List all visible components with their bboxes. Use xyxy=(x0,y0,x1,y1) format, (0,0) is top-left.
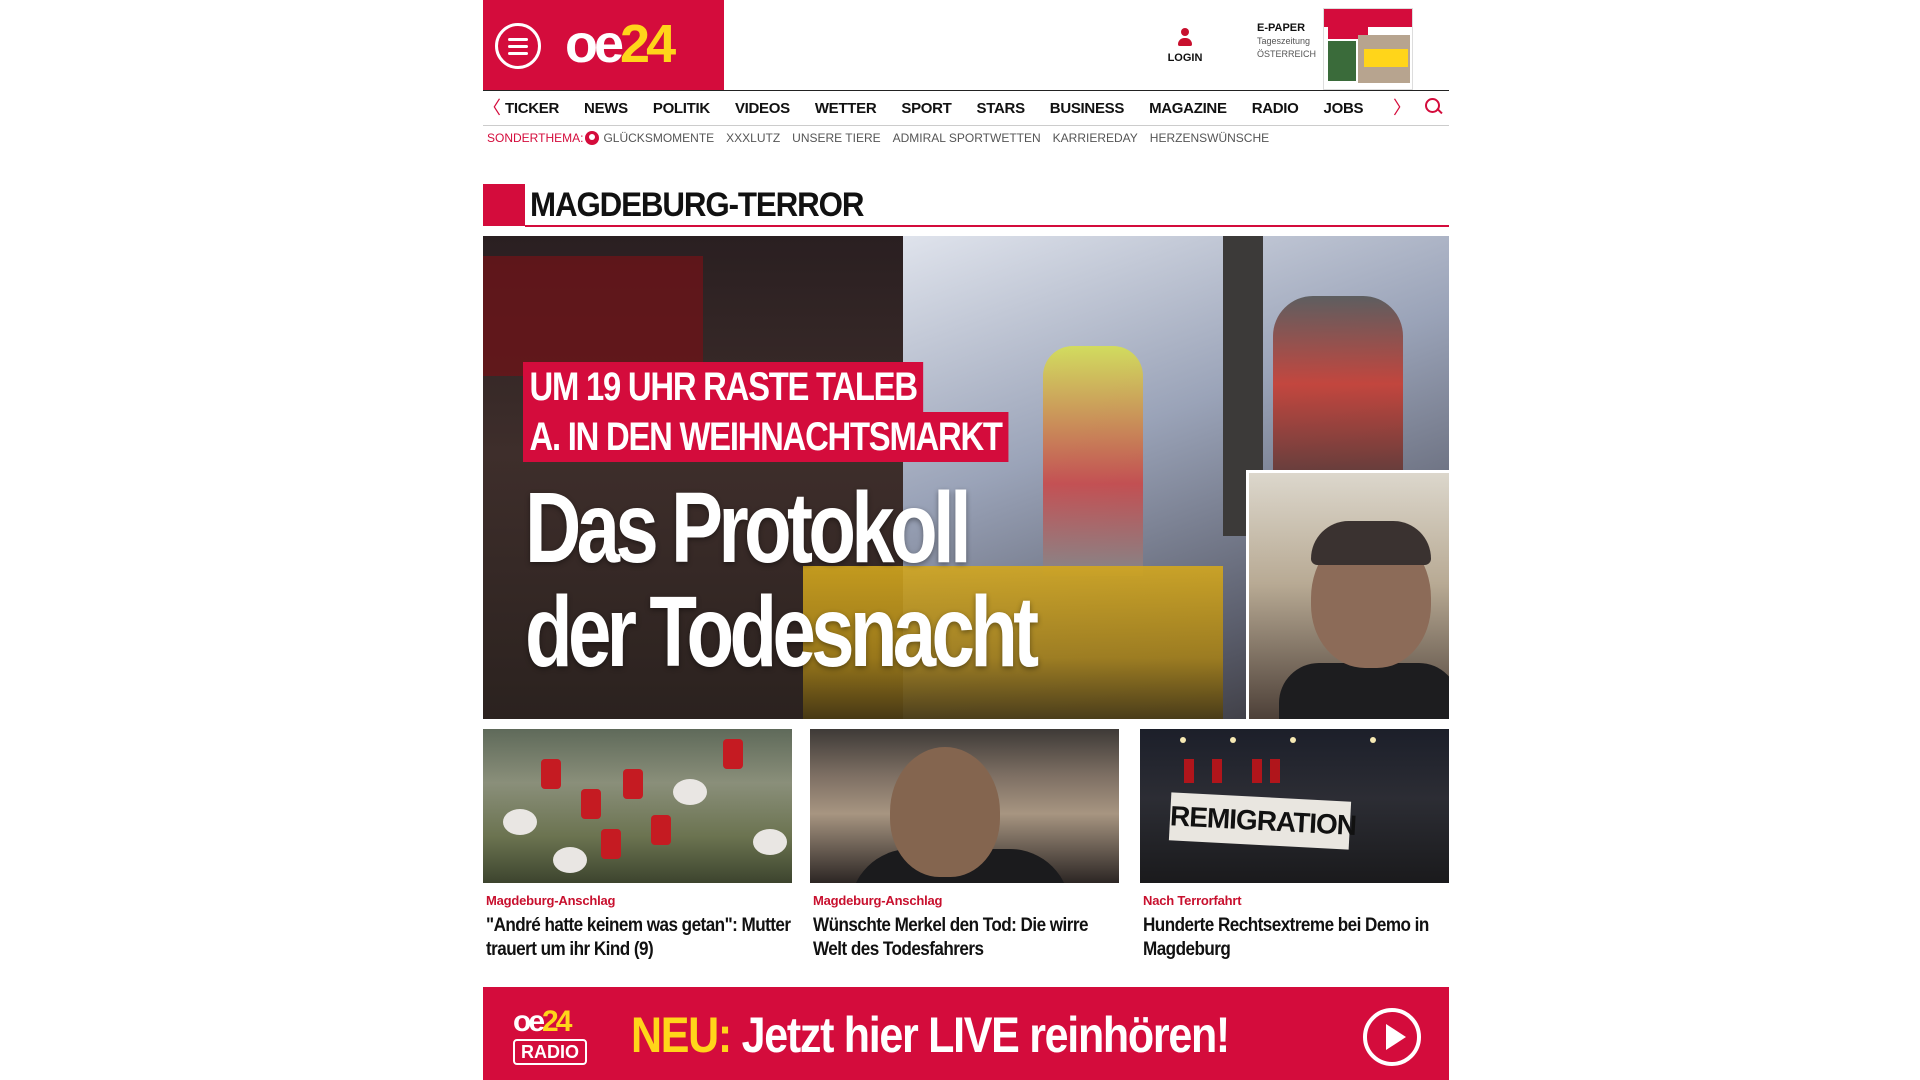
menu-icon[interactable] xyxy=(495,23,541,69)
teaser-kicker: Nach Terrorfahrt xyxy=(1143,893,1242,908)
hero-headline: Das Protokoll der Todesnacht xyxy=(525,472,1039,688)
hero-article[interactable]: UM 19 UHR RASTE TALEB A. IN DEN WEIHNACH… xyxy=(483,236,1449,719)
nav-item-business[interactable]: BUSINESS xyxy=(1050,100,1125,117)
teaser-kicker: Magdeburg-Anschlag xyxy=(813,893,943,908)
lucky-moments-icon xyxy=(585,131,600,145)
section-title[interactable]: MAGDEBURG-TERROR xyxy=(530,183,864,227)
oe24-logo[interactable]: oe24 xyxy=(565,14,676,74)
nav-item-politik[interactable]: POLITIK xyxy=(653,100,710,117)
nav-item-magazine[interactable]: MAGAZINE xyxy=(1149,100,1227,117)
nav-item-wetter[interactable]: WETTER xyxy=(815,100,877,117)
teaser-card[interactable]: Magdeburg-Anschlag "André hatte keinem w… xyxy=(483,729,792,962)
teaser-title[interactable]: Wünschte Merkel den Tod: Die wirre Welt … xyxy=(813,914,1119,962)
section-divider xyxy=(525,225,1449,227)
login-button[interactable]: LOGIN xyxy=(1163,28,1207,64)
user-icon xyxy=(1178,28,1192,48)
nav-prev-arrow-icon[interactable]: 〈 xyxy=(483,98,501,118)
nav-item-sport[interactable]: SPORT xyxy=(901,100,951,117)
epaper-cover-thumbnail[interactable] xyxy=(1323,8,1413,90)
main-nav: 〈 TICKER NEWS POLITIK VIDEOS WETTER SPOR… xyxy=(483,90,1449,126)
subnav-item-gluecksmomente[interactable]: GLÜCKSMOMENTE xyxy=(603,131,714,145)
section-marker xyxy=(483,184,525,226)
play-icon[interactable] xyxy=(1363,1008,1421,1066)
nav-item-ticker[interactable]: TICKER xyxy=(505,100,559,117)
page: oe24 LOGIN E-PAPER Tageszeitung ÖSTERREI… xyxy=(483,0,1449,1080)
header-logo-area: oe24 xyxy=(483,0,724,90)
nav-next-arrow-icon[interactable]: 〉 xyxy=(1393,98,1411,118)
nav-item-radio[interactable]: RADIO xyxy=(1252,100,1299,117)
hero-kicker-line-2: A. IN DEN WEIHNACHTSMARKT xyxy=(523,412,1009,462)
epaper-title: E-PAPER xyxy=(1257,22,1306,34)
teaser-card[interactable]: Magdeburg-Anschlag Wünschte Merkel den T… xyxy=(810,729,1119,962)
nav-item-stars[interactable]: STARS xyxy=(977,100,1026,117)
subnav-item-karriereday[interactable]: KARRIEREDAY xyxy=(1053,131,1138,145)
search-icon[interactable] xyxy=(1425,98,1443,116)
hero-inset-photo xyxy=(1246,470,1449,719)
subnav-item-unsere-tiere[interactable]: UNSERE TIERE xyxy=(792,131,880,145)
hero-headline-line-2: der Todesnacht xyxy=(525,576,1039,688)
teaser-title[interactable]: Hunderte Rechtsextreme bei Demo in Magde… xyxy=(1143,914,1449,962)
radio-new-label: NEU: xyxy=(631,1007,732,1063)
subnav-label: SONDERTHEMA: xyxy=(487,131,584,145)
teaser-image-memorial[interactable] xyxy=(483,729,792,883)
login-label: LOGIN xyxy=(1167,52,1203,64)
nav-items: TICKER NEWS POLITIK VIDEOS WETTER SPORT … xyxy=(505,91,1388,125)
epaper-link[interactable]: E-PAPER Tageszeitung ÖSTERREICH xyxy=(1257,22,1319,61)
hero-kicker-line-1: UM 19 UHR RASTE TALEB xyxy=(523,362,924,412)
nav-item-videos[interactable]: VIDEOS xyxy=(735,100,790,117)
oe24-radio-logo: oe24 RADIO xyxy=(513,1007,607,1071)
radio-cta: Jetzt hier LIVE reinhören! xyxy=(741,1007,1231,1063)
teaser-kicker: Magdeburg-Anschlag xyxy=(486,893,616,908)
epaper-subtitle: Tageszeitung xyxy=(1257,36,1311,46)
special-topics-nav: SONDERTHEMA: GLÜCKSMOMENTE XXXLUTZ UNSER… xyxy=(487,130,1281,146)
subnav-item-admiral-sportwetten[interactable]: ADMIRAL SPORTWETTEN xyxy=(893,131,1041,145)
radio-logo-tag: RADIO xyxy=(513,1039,587,1065)
hero-kicker: UM 19 UHR RASTE TALEB A. IN DEN WEIHNACH… xyxy=(523,362,1115,462)
teaser-image-portrait[interactable] xyxy=(810,729,1119,883)
epaper-publication: ÖSTERREICH xyxy=(1257,49,1317,59)
demo-banner-text: REMIGRATION xyxy=(1168,792,1357,850)
teaser-title[interactable]: "André hatte keinem was getan": Mutter t… xyxy=(486,914,792,962)
nav-item-jobs[interactable]: JOBS xyxy=(1324,100,1364,117)
hero-headline-line-1: Das Protokoll xyxy=(525,472,972,584)
teaser-image-demonstration[interactable]: REMIGRATION xyxy=(1140,729,1449,883)
subnav-item-xxxlutz[interactable]: XXXLUTZ xyxy=(726,131,780,145)
radio-banner-text: NEU: Jetzt hier LIVE reinhören! xyxy=(631,1005,1231,1065)
subnav-item-herzenswuensche[interactable]: HERZENSWÜNSCHE xyxy=(1150,131,1269,145)
teaser-card[interactable]: REMIGRATION Nach Terrorfahrt Hunderte Re… xyxy=(1140,729,1449,962)
radio-banner[interactable]: oe24 RADIO NEU: Jetzt hier LIVE reinhöre… xyxy=(483,987,1449,1080)
teaser-cards: Magdeburg-Anschlag "André hatte keinem w… xyxy=(483,729,1449,969)
nav-item-news[interactable]: NEWS xyxy=(584,100,628,117)
